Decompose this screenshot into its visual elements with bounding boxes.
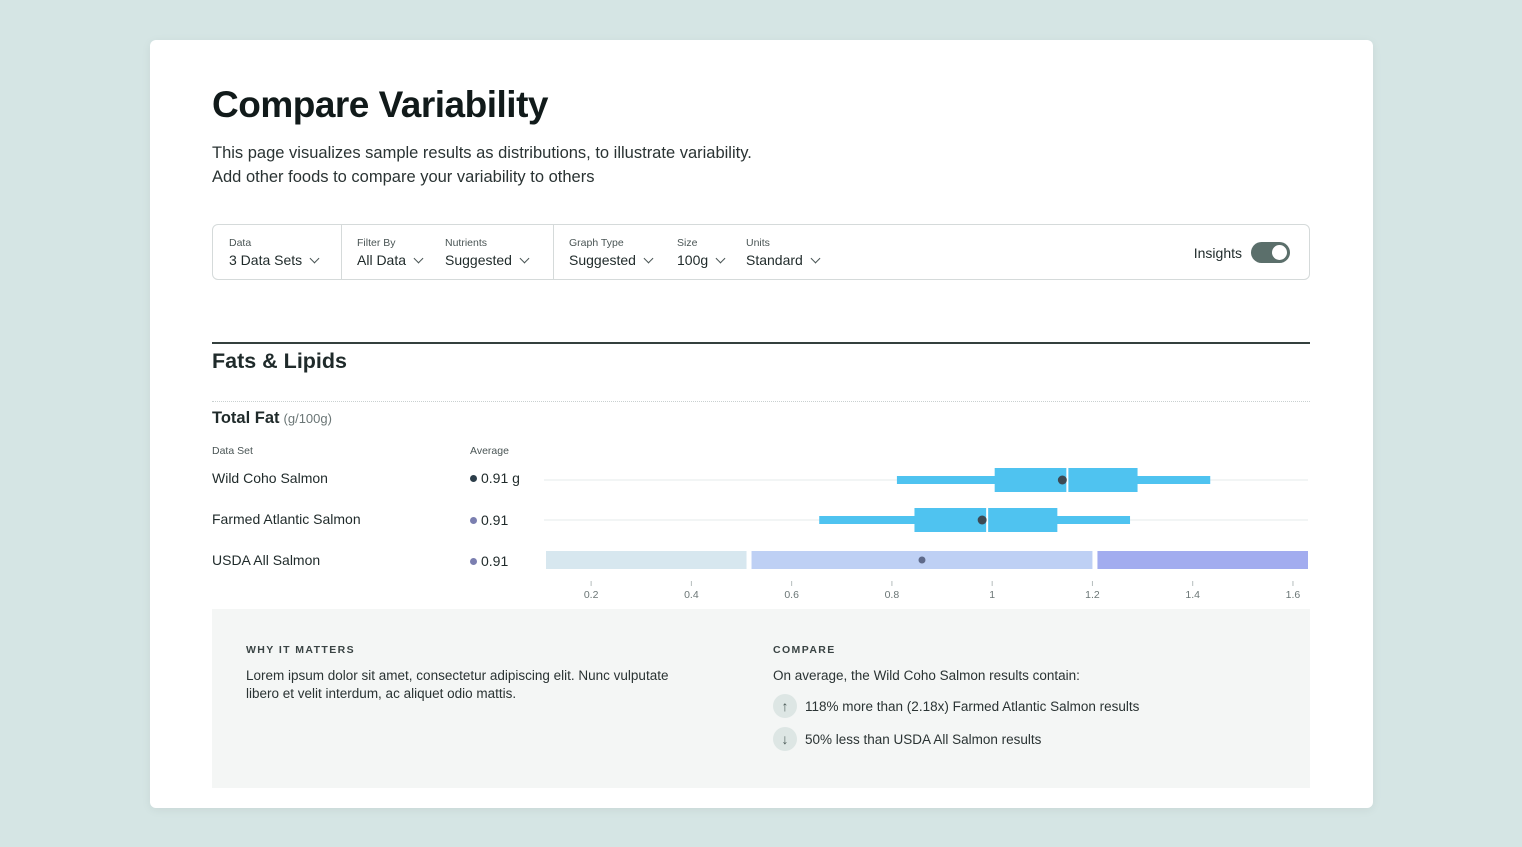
units-value: Standard (746, 252, 803, 268)
row-name: USDA All Salmon (212, 552, 321, 568)
units-label: Units (746, 237, 770, 249)
nutrients-label: Nutrients (445, 237, 488, 249)
x-tick-label: 1.4 (1185, 589, 1200, 601)
compare-item: ↑ 118% more than (2.18x) Farmed Atlantic… (773, 694, 1139, 718)
toolbar-divider (553, 225, 554, 279)
column-header-dataset: Data Set (212, 445, 253, 457)
chevron-down-icon (519, 253, 530, 264)
column-header-average: Average (470, 445, 509, 457)
mean-point (977, 515, 987, 525)
arrow-up-icon: ↑ (773, 694, 797, 718)
distribution-band (1097, 551, 1308, 569)
filter-toolbar: Data 3 Data Sets Filter By All Data Nutr… (212, 224, 1310, 280)
data-select-value: 3 Data Sets (229, 252, 303, 268)
x-tick-label: 0.2 (584, 589, 599, 601)
row-average-value: 0.91 g (481, 470, 520, 486)
x-tick-label: 0.6 (784, 589, 799, 601)
data-select-label: Data (229, 237, 252, 249)
chevron-down-icon (309, 253, 320, 264)
chevron-down-icon (413, 253, 424, 264)
description-line-2: Add other foods to compare your variabil… (212, 168, 595, 186)
compare-item-text: 118% more than (2.18x) Farmed Atlantic S… (805, 698, 1140, 714)
why-title: WHY IT MATTERS (246, 644, 356, 656)
x-tick-label: 0.8 (885, 589, 900, 601)
x-tick-label: 1.2 (1085, 589, 1100, 601)
main-card: Compare Variability This page visualizes… (150, 40, 1373, 808)
series-dot (470, 516, 477, 524)
insights-panel: WHY IT MATTERS Lorem ipsum dolor sit ame… (212, 609, 1310, 788)
distribution-band (546, 551, 747, 569)
nutrients-value: Suggested (445, 252, 512, 268)
row-average: 0.91 g (470, 470, 520, 486)
insights-label: Insights (1193, 244, 1242, 261)
metric-name: Total Fat (212, 409, 280, 427)
chevron-down-icon (715, 253, 726, 264)
section-divider (212, 342, 1310, 344)
dotted-divider (212, 401, 1310, 402)
series-dot (470, 557, 477, 565)
why-line-2: libero et velit interdum, ac aliquet odi… (246, 686, 517, 701)
row-average-value: 0.91 (481, 553, 509, 569)
graph-type-value: Suggested (569, 252, 636, 268)
page-description: This page visualizes sample results as d… (212, 141, 752, 189)
compare-item: ↓ 50% less than USDA All Salmon results (773, 727, 1041, 751)
boxplot-chart: 0.2 0.4 0.6 0.8 1 1.2 1.4 1.6 (544, 468, 1308, 601)
mean-point (1057, 475, 1067, 485)
mean-point (918, 556, 926, 564)
x-tick-label: 1 (989, 589, 995, 601)
row-name: Farmed Atlantic Salmon (212, 511, 361, 527)
chevron-down-icon (643, 253, 654, 264)
toggle-knob (1272, 245, 1287, 260)
page-title: Compare Variability (212, 84, 548, 125)
chevron-down-icon (810, 253, 821, 264)
data-select[interactable]: Data 3 Data Sets (229, 237, 320, 270)
why-line-1: Lorem ipsum dolor sit amet, consectetur … (246, 668, 669, 683)
size-select[interactable]: Size 100g (677, 237, 726, 270)
filter-by-label: Filter By (357, 237, 396, 249)
x-tick-label: 0.4 (684, 589, 699, 601)
description-line-1: This page visualizes sample results as d… (212, 144, 752, 162)
filter-by-select[interactable]: Filter By All Data (357, 237, 424, 270)
x-tick-label: 1.6 (1286, 589, 1301, 601)
filter-by-value: All Data (357, 252, 407, 268)
graph-type-select[interactable]: Graph Type Suggested (569, 237, 654, 270)
row-name: Wild Coho Salmon (212, 470, 328, 486)
row-average: 0.91 (470, 512, 508, 528)
row-average: 0.91 (470, 553, 508, 569)
insights-toggle[interactable] (1251, 242, 1290, 263)
arrow-down-icon: ↓ (773, 727, 797, 751)
size-value: 100g (677, 252, 709, 268)
why-text: Lorem ipsum dolor sit amet, consectetur … (246, 667, 668, 703)
toolbar-divider (341, 225, 342, 279)
nutrients-select[interactable]: Nutrients Suggested (445, 237, 530, 270)
section-title: Fats & Lipids (212, 349, 347, 373)
compare-item-text: 50% less than USDA All Salmon results (805, 731, 1042, 747)
compare-intro: On average, the Wild Coho Salmon results… (773, 668, 1080, 683)
size-label: Size (677, 237, 698, 249)
units-select[interactable]: Units Standard (746, 237, 821, 270)
row-average-value: 0.91 (481, 512, 509, 528)
metric-unit: (g/100g) (283, 411, 332, 426)
metric-heading: Total Fat (g/100g) (212, 409, 332, 428)
compare-title: COMPARE (773, 644, 836, 656)
series-dot (470, 474, 477, 482)
insights-control: Insights (1194, 242, 1290, 263)
graph-type-label: Graph Type (569, 237, 624, 249)
